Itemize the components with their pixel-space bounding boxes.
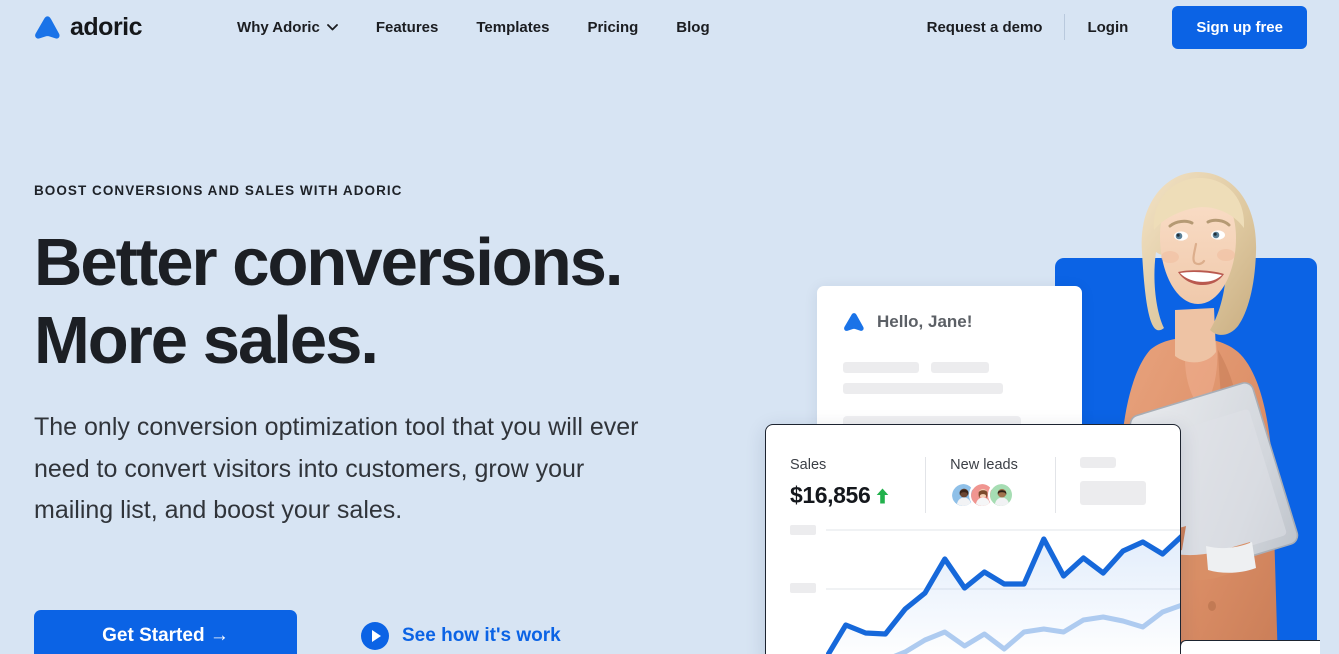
sales-value: $16,856	[790, 482, 870, 509]
stat-label: New leads	[950, 457, 1030, 473]
greeting-row: Hello, Jane!	[843, 312, 1060, 332]
nav-item-templates[interactable]: Templates	[457, 19, 568, 36]
see-how-it-works-label: See how it's work	[402, 625, 561, 647]
nav-item-features[interactable]: Features	[357, 19, 458, 36]
hero-eyebrow: BOOST CONVERSIONS AND SALES WITH ADORIC	[34, 183, 714, 198]
nav-links: Why Adoric Features Templates Pricing Bl…	[218, 19, 729, 36]
chart-svg	[826, 513, 1181, 654]
brand-name: adoric	[70, 13, 142, 42]
page-title: Better conversions. More sales.	[34, 224, 714, 379]
secondary-card-peek	[1180, 640, 1320, 654]
chart-y-label-placeholder	[790, 583, 816, 593]
nav-item-label: Blog	[676, 19, 709, 36]
hero-cta-row: Get Started → See how it's work	[34, 610, 561, 654]
hero-subtitle: The only conversion optimization tool th…	[34, 407, 659, 532]
stat-label: Sales	[790, 457, 901, 473]
nav-item-why-adoric[interactable]: Why Adoric	[218, 19, 357, 36]
hero-content: BOOST CONVERSIONS AND SALES WITH ADORIC …	[34, 183, 714, 532]
stat-placeholder	[1055, 457, 1180, 513]
navbar: adoric Why Adoric Features Templates Pri…	[0, 0, 1339, 54]
nav-item-pricing[interactable]: Pricing	[568, 19, 657, 36]
stats-card: Sales $16,856 New leads	[765, 424, 1181, 654]
stats-header: Sales $16,856 New leads	[766, 425, 1180, 513]
skeleton-bar	[843, 362, 919, 373]
nav-item-label: Pricing	[587, 19, 638, 36]
avatar[interactable]	[988, 482, 1014, 508]
hero-title-line-2: More sales.	[34, 302, 714, 380]
see-how-it-works-link[interactable]: See how it's work	[361, 622, 561, 650]
get-started-button[interactable]: Get Started →	[34, 610, 297, 654]
lead-avatars	[950, 482, 1030, 508]
nav-item-label: Why Adoric	[237, 19, 320, 36]
hero-illustration: Hello, Jane! Sales $16,856	[760, 150, 1339, 654]
stat-new-leads: New leads	[925, 457, 1054, 513]
request-demo-link[interactable]: Request a demo	[905, 19, 1065, 36]
brand-logo[interactable]: adoric	[34, 13, 142, 42]
arrow-up-icon	[876, 488, 889, 504]
nav-actions: Request a demo Login Sign up free	[905, 0, 1307, 54]
login-link[interactable]: Login	[1065, 19, 1150, 36]
chart-y-label-placeholder	[790, 525, 816, 535]
greeting-text: Hello, Jane!	[877, 312, 972, 332]
skeleton-row	[843, 362, 1060, 373]
skeleton-bar	[1080, 457, 1116, 468]
nav-item-label: Features	[376, 19, 439, 36]
nav-item-blog[interactable]: Blog	[657, 19, 728, 36]
chart-area-fill	[826, 536, 1181, 654]
hero-page: adoric Why Adoric Features Templates Pri…	[0, 0, 1339, 654]
skeleton-bar	[843, 383, 1003, 394]
chevron-down-icon	[327, 24, 338, 31]
skeleton-bar	[931, 362, 989, 373]
signup-free-button[interactable]: Sign up free	[1172, 6, 1307, 49]
nav-item-label: Templates	[476, 19, 549, 36]
stat-value-row: $16,856	[790, 482, 901, 509]
sales-chart	[766, 513, 1180, 654]
adoric-triangle-logo-icon	[843, 312, 865, 332]
skeleton-block	[1080, 481, 1146, 505]
stat-sales: Sales $16,856	[766, 457, 925, 513]
adoric-triangle-logo-icon	[34, 15, 61, 40]
hero-title-line-1: Better conversions.	[34, 224, 714, 302]
play-icon	[361, 622, 389, 650]
